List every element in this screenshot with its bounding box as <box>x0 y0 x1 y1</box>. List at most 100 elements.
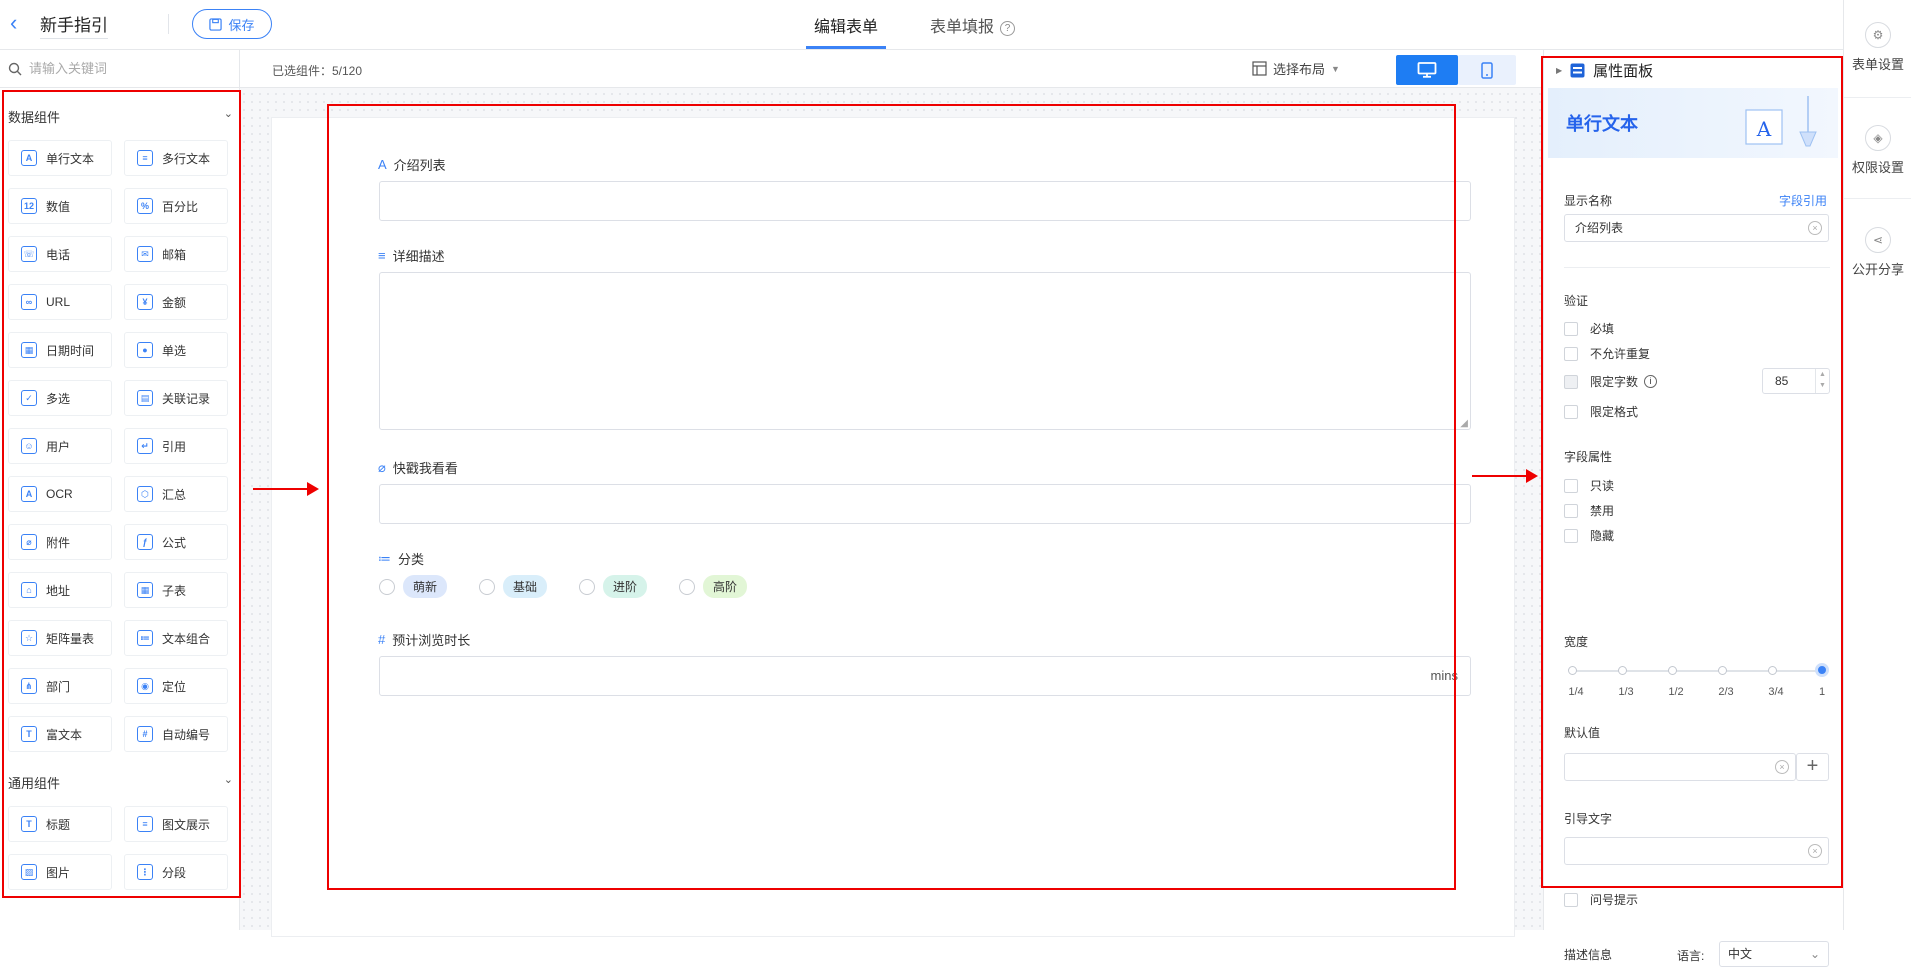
readonly-checkbox[interactable]: 只读 <box>1564 477 1614 494</box>
checkbox-icon[interactable] <box>1564 404 1578 419</box>
component-item[interactable]: T 富文本 <box>8 716 112 752</box>
chevron-down-icon[interactable]: ⌄ <box>224 773 233 786</box>
component-item[interactable]: ⋔ 部门 <box>8 668 112 704</box>
checkbox-icon[interactable] <box>1564 528 1578 543</box>
component-item[interactable]: A 单行文本 <box>8 140 112 176</box>
description-textarea[interactable]: ◢ <box>379 272 1471 430</box>
required-checkbox[interactable]: 必填 <box>1564 320 1614 337</box>
desktop-view-button[interactable] <box>1396 55 1458 85</box>
rail-item-form-settings[interactable]: ⚙ 表单设置 <box>1844 22 1911 73</box>
property-panel-header[interactable]: ▶ 属性面板 <box>1556 60 1653 81</box>
option-expert[interactable]: 高阶 <box>679 575 748 598</box>
slider-stop[interactable] <box>1568 666 1577 675</box>
component-item[interactable]: ▦ 日期时间 <box>8 332 112 368</box>
option-newbie[interactable]: 萌新 <box>379 575 448 598</box>
field-ref-link[interactable]: 字段引用 <box>1779 192 1827 209</box>
save-button[interactable]: 保存 <box>192 9 272 39</box>
component-item[interactable]: 12 数值 <box>8 188 112 224</box>
radio-icon[interactable] <box>379 578 395 595</box>
radio-icon[interactable] <box>579 578 595 595</box>
tooltip-checkbox[interactable]: 问号提示 <box>1564 891 1638 908</box>
search-input[interactable] <box>29 61 229 76</box>
checkbox-icon[interactable] <box>1564 374 1578 389</box>
component-item[interactable]: ● 单选 <box>124 332 228 368</box>
default-value-input[interactable]: × <box>1564 753 1796 781</box>
component-item[interactable]: # 自动编号 <box>124 716 228 752</box>
link-input[interactable] <box>379 484 1471 524</box>
checkbox-icon[interactable] <box>1564 503 1578 518</box>
checkbox-icon[interactable] <box>1564 321 1578 336</box>
char-limit-stepper[interactable]: 85 ▲ ▼ <box>1762 368 1830 394</box>
component-item[interactable]: ▤ 关联记录 <box>124 380 228 416</box>
app-name[interactable]: 新手指引 <box>40 11 108 39</box>
component-item[interactable]: ⌀ 附件 <box>8 524 112 560</box>
component-item[interactable]: % 百分比 <box>124 188 228 224</box>
tab-edit-form[interactable]: 编辑表单 <box>814 13 878 37</box>
group-title-data-components[interactable]: 数据组件 ⌄ <box>8 107 233 126</box>
mobile-view-button[interactable] <box>1458 55 1516 85</box>
option-advanced[interactable]: 进阶 <box>579 575 648 598</box>
language-select[interactable]: 中文 ⌄ <box>1719 941 1829 967</box>
component-item[interactable]: ⬡ 汇总 <box>124 476 228 512</box>
component-item[interactable]: ◉ 定位 <box>124 668 228 704</box>
info-icon[interactable]: i <box>1644 375 1658 388</box>
slider-stop[interactable] <box>1768 666 1777 675</box>
duration-input[interactable]: mins <box>379 656 1471 696</box>
width-slider[interactable] <box>1568 663 1829 677</box>
clear-icon[interactable]: × <box>1808 844 1822 858</box>
intro-list-input[interactable] <box>379 181 1471 221</box>
component-item[interactable]: ∞ URL <box>8 284 112 320</box>
display-name-input[interactable]: 介绍列表 × <box>1564 214 1829 242</box>
component-item[interactable]: ▨ 图片 <box>8 854 112 890</box>
component-item[interactable]: ☆ 矩阵量表 <box>8 620 112 656</box>
disabled-checkbox[interactable]: 禁用 <box>1564 502 1614 519</box>
component-item[interactable]: ≡ 多行文本 <box>124 140 228 176</box>
component-item[interactable]: ≔ 文本组合 <box>124 620 228 656</box>
component-item[interactable]: ↵ 引用 <box>124 428 228 464</box>
component-item[interactable]: ✉ 邮箱 <box>124 236 228 272</box>
component-item[interactable]: ⋮ 分段 <box>124 854 228 890</box>
rail-item-public-share[interactable]: ⋖ 公开分享 <box>1844 227 1911 278</box>
component-item[interactable]: ▦ 子表 <box>124 572 228 608</box>
back-icon[interactable]: ‹ <box>10 10 17 36</box>
component-icon: ▦ <box>137 582 153 598</box>
radio-icon[interactable] <box>679 578 695 595</box>
clear-icon[interactable]: × <box>1775 760 1789 774</box>
help-icon[interactable]: ? <box>1000 21 1016 36</box>
resize-handle-icon[interactable]: ◢ <box>1460 418 1468 429</box>
stepper-arrows-icon[interactable]: ▲ ▼ <box>1815 369 1829 393</box>
component-item[interactable]: ⌂ 地址 <box>8 572 112 608</box>
hidden-checkbox[interactable]: 隐藏 <box>1564 527 1614 544</box>
checkbox-icon[interactable] <box>1564 478 1578 493</box>
component-item[interactable]: ¥ 金额 <box>124 284 228 320</box>
component-item[interactable]: T 标题 <box>8 806 112 842</box>
limit-format-checkbox[interactable]: 限定格式 <box>1564 403 1638 420</box>
add-default-button[interactable]: + <box>1796 753 1829 781</box>
checkbox-icon[interactable] <box>1564 346 1578 361</box>
component-item[interactable]: ☺ 用户 <box>8 428 112 464</box>
guide-text-input[interactable]: × <box>1564 837 1829 865</box>
slider-stop[interactable] <box>1618 666 1627 675</box>
slider-handle[interactable] <box>1815 663 1829 677</box>
component-item[interactable]: ✓ 多选 <box>8 380 112 416</box>
component-item[interactable]: ƒ 公式 <box>124 524 228 560</box>
radio-icon[interactable] <box>479 578 495 595</box>
chevron-down-icon[interactable]: ⌄ <box>224 107 233 120</box>
slider-stop[interactable] <box>1668 666 1677 675</box>
limit-chars-checkbox[interactable]: 限定字数 i <box>1564 373 1658 390</box>
checkbox-label: 问号提示 <box>1590 893 1639 907</box>
tab-form-fill[interactable]: 表单填报? <box>930 13 1016 37</box>
clear-icon[interactable]: × <box>1808 221 1822 235</box>
component-item[interactable]: A OCR <box>8 476 112 512</box>
component-item[interactable]: ≡ 图文展示 <box>124 806 228 842</box>
field-attr-label: 字段属性 <box>1564 450 1613 464</box>
checkbox-icon[interactable] <box>1564 892 1578 907</box>
option-basic[interactable]: 基础 <box>479 575 548 598</box>
no-duplicate-checkbox[interactable]: 不允许重复 <box>1564 345 1650 362</box>
group-title-common-components[interactable]: 通用组件 ⌄ <box>8 773 233 792</box>
component-item[interactable]: ☏ 电话 <box>8 236 112 272</box>
slider-stop[interactable] <box>1718 666 1727 675</box>
layout-select[interactable]: 选择布局 ▼ <box>1252 59 1340 78</box>
component-label: 标题 <box>46 817 71 832</box>
rail-item-permission-settings[interactable]: ◈ 权限设置 <box>1844 125 1911 176</box>
